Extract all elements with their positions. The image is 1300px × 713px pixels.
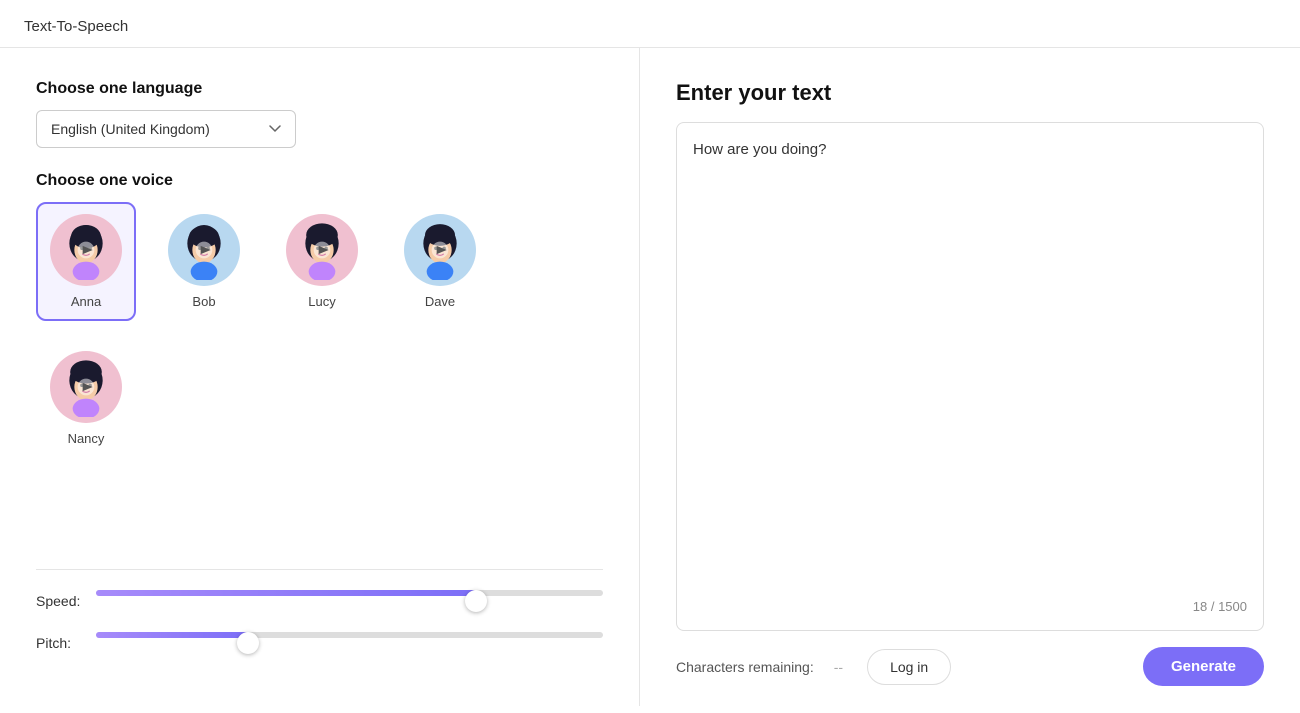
- language-section-label: Choose one language: [36, 80, 603, 98]
- speed-label: Speed:: [36, 593, 96, 609]
- avatar-anna: [50, 214, 122, 286]
- generate-button[interactable]: Generate: [1143, 647, 1264, 686]
- bottom-bar: Characters remaining: -- Log in Generate: [676, 647, 1264, 686]
- voice-card-dave[interactable]: Dave: [390, 202, 490, 321]
- chars-remaining-label: Characters remaining:: [676, 659, 814, 675]
- text-input[interactable]: How are you doing?: [693, 139, 1247, 591]
- avatar-dave: [404, 214, 476, 286]
- avatar-lucy: [286, 214, 358, 286]
- voice-card-bob[interactable]: Bob: [154, 202, 254, 321]
- voice-card-nancy[interactable]: Nancy: [36, 339, 136, 458]
- sliders-section: Speed: Pitch:: [36, 569, 603, 674]
- language-select[interactable]: English (United Kingdom) English (United…: [36, 110, 296, 148]
- voice-section-label: Choose one voice: [36, 172, 603, 190]
- pitch-track: [96, 632, 603, 654]
- pitch-row: Pitch:: [36, 632, 603, 654]
- login-button[interactable]: Log in: [867, 649, 951, 685]
- voice-name-dave: Dave: [425, 294, 455, 309]
- chars-remaining-value: --: [834, 659, 843, 675]
- char-count: 18 / 1500: [693, 599, 1247, 614]
- voice-name-nancy: Nancy: [68, 431, 105, 446]
- page-title: Text-To-Speech: [0, 0, 1300, 48]
- pitch-label: Pitch:: [36, 635, 96, 651]
- voice-section: Choose one voice: [36, 172, 603, 458]
- voice-name-bob: Bob: [192, 294, 215, 309]
- voice-card-anna[interactable]: Anna: [36, 202, 136, 321]
- left-panel: Choose one language English (United King…: [0, 48, 640, 706]
- voice-name-anna: Anna: [71, 294, 101, 309]
- right-panel-title: Enter your text: [676, 80, 1264, 106]
- voice-name-lucy: Lucy: [308, 294, 335, 309]
- speed-row: Speed:: [36, 590, 603, 612]
- avatar-nancy: [50, 351, 122, 423]
- text-area-wrapper: How are you doing? 18 / 1500: [676, 122, 1264, 631]
- voice-card-lucy[interactable]: Lucy: [272, 202, 372, 321]
- voice-grid: Anna: [36, 202, 603, 458]
- right-panel: Enter your text How are you doing? 18 / …: [640, 48, 1300, 706]
- speed-track: [96, 590, 603, 612]
- avatar-bob: [168, 214, 240, 286]
